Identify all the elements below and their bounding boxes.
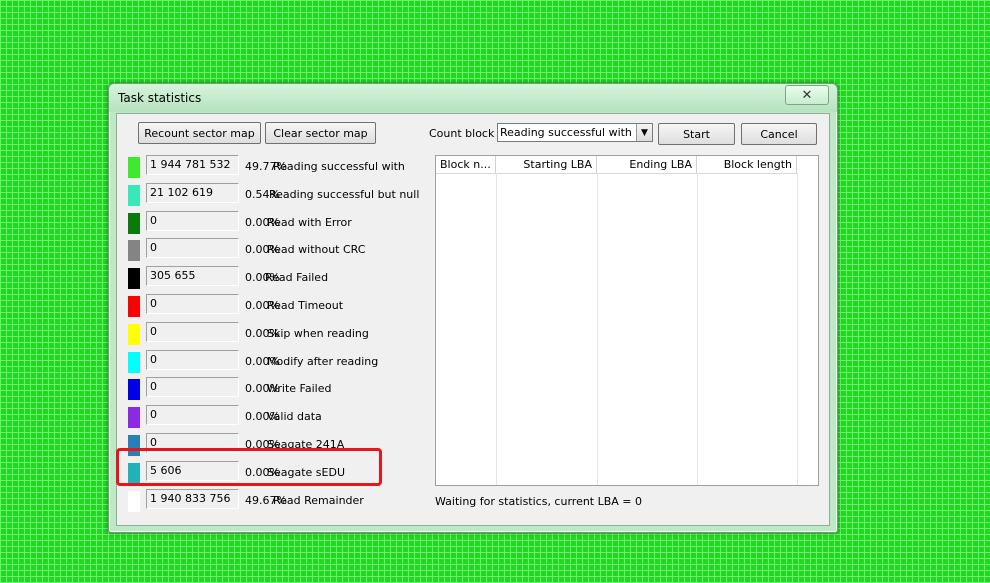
window-title: Task statistics [118, 91, 202, 105]
color-swatch [128, 407, 140, 429]
column-divider [797, 173, 798, 485]
count-field: 0 [146, 321, 239, 342]
close-icon: ✕ [801, 87, 813, 103]
count-field: 0 [146, 349, 239, 370]
cancel-button[interactable]: Cancel [741, 123, 817, 145]
category-label: Read Failed [265, 271, 329, 285]
count-field: 1 944 781 532 [146, 155, 239, 175]
column-block-length[interactable]: Block length [697, 156, 797, 173]
status-text: Waiting for statistics, current LBA = 0 [435, 495, 643, 508]
stat-row: 1 944 781 532 49.77% Reading successful wi… [128, 155, 428, 181]
count-field: 0 [146, 377, 239, 398]
stat-row: 21 102 619 0.54% Reading successful but nu… [128, 182, 428, 209]
recount-sector-map-button[interactable]: Recount sector map [138, 122, 261, 144]
count-field: 1 940 833 756 [146, 488, 239, 509]
count-field: 305 655 [146, 266, 239, 287]
close-button[interactable]: ✕ [785, 85, 829, 105]
stat-row: 0 0.00% Modify after reading [128, 349, 428, 376]
category-label: Skip when reading [267, 326, 369, 340]
count-field: 21 102 619 [146, 182, 239, 203]
highlight-annotation [116, 448, 382, 486]
stat-row: 0 0.00% Read Timeout [128, 294, 428, 320]
table-header: Block n... Starting LBA Ending LBA Block… [436, 156, 798, 174]
color-swatch [128, 296, 140, 317]
color-swatch [128, 379, 140, 401]
color-swatch [128, 323, 140, 345]
title-bar[interactable]: Task statistics ✕ [109, 84, 837, 112]
color-swatch [128, 268, 140, 290]
count-field: 0 [146, 405, 239, 426]
color-swatch [128, 184, 140, 206]
category-label: Reading successful but null [269, 187, 420, 201]
color-swatch [128, 240, 140, 262]
category-label: Modify after reading [267, 354, 379, 368]
count-block-select[interactable]: Reading successful with valid data ▼ [497, 123, 653, 142]
block-list-table[interactable]: Block n... Starting LBA Ending LBA Block… [435, 155, 819, 486]
color-swatch [128, 212, 140, 234]
chevron-down-icon[interactable]: ▼ [636, 124, 652, 141]
stat-row: 0 0.00% Read without CRC [128, 238, 428, 264]
stat-row: 0 0.00% Read with Error [128, 210, 428, 237]
stat-row: 0 0.00% Skip when reading [128, 321, 428, 348]
count-field: 0 [146, 210, 239, 231]
column-ending-lba[interactable]: Ending LBA [597, 156, 697, 173]
category-label: Write Failed [267, 382, 332, 396]
start-button[interactable]: Start [658, 123, 735, 145]
count-block-value: Reading successful with valid data [500, 126, 636, 139]
category-label: Read Timeout [267, 299, 344, 312]
column-divider [496, 173, 497, 485]
count-field: 0 [146, 294, 239, 314]
count-block-label: Count block [429, 127, 495, 140]
category-label: Reading successful with [273, 160, 405, 173]
stat-row: 0 0.00% Write Failed [128, 377, 428, 403]
column-block-number[interactable]: Block n... [436, 156, 496, 173]
column-divider [597, 173, 598, 485]
stat-row: 1 940 833 756 49.67% Read Remainder [128, 488, 428, 515]
category-label: Read with Error [267, 215, 352, 229]
stat-row: 305 655 0.00% Read Failed [128, 266, 428, 292]
color-swatch [128, 351, 140, 373]
color-swatch [128, 490, 140, 512]
count-field: 0 [146, 238, 239, 259]
stat-row: 0 0.00% Valid data [128, 405, 428, 431]
category-label: Read without CRC [267, 243, 366, 257]
column-divider [697, 173, 698, 485]
color-swatch [128, 157, 140, 178]
category-label: Read Remainder [273, 493, 364, 507]
column-starting-lba[interactable]: Starting LBA [496, 156, 597, 173]
clear-sector-map-button[interactable]: Clear sector map [265, 122, 376, 144]
category-label: Valid data [267, 410, 322, 424]
